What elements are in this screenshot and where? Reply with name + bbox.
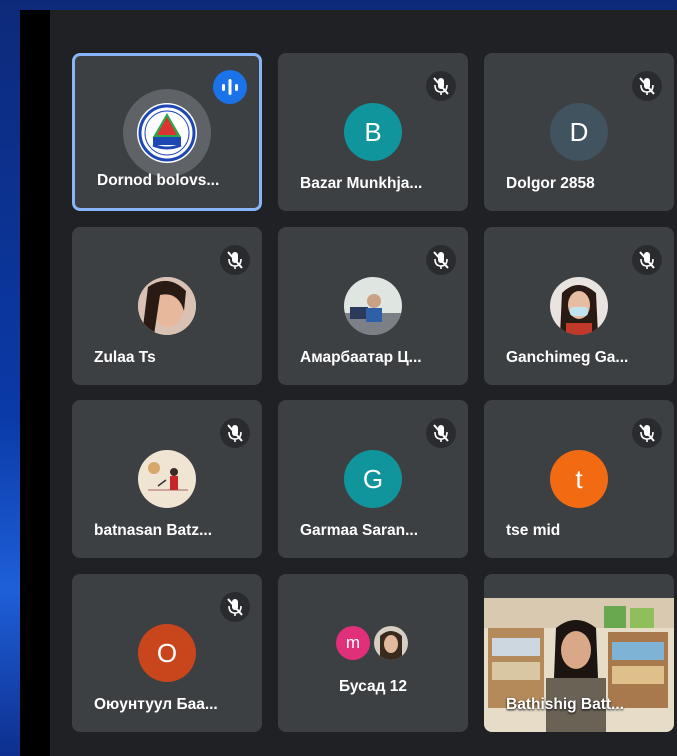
- mic-off-icon: [426, 418, 456, 448]
- participant-photo: [344, 277, 402, 335]
- participant-name: Ganchimeg Ga...: [506, 349, 629, 366]
- participant-tile-garmaa[interactable]: G Garmaa Saran...: [278, 400, 468, 558]
- participant-name: Garmaa Saran...: [300, 522, 419, 539]
- participant-avatar: t: [550, 450, 608, 508]
- participant-name: Zulaa Ts: [94, 349, 156, 366]
- mic-off-icon: [426, 71, 456, 101]
- participant-tile-ganchimeg[interactable]: Ganchimeg Ga...: [484, 227, 674, 385]
- mic-off-icon: [220, 245, 250, 275]
- speaking-indicator-icon: [213, 70, 247, 104]
- others-count-label: Бусад 12: [339, 678, 407, 695]
- others-avatar-photo: [374, 626, 408, 660]
- participant-tile-amarbaatar[interactable]: Амарбаатар Ц...: [278, 227, 468, 385]
- school-logo-avatar: [123, 89, 211, 177]
- participant-tile-oyuuntuul[interactable]: O Оюунтуул Баа...: [72, 574, 262, 732]
- mic-off-icon: [220, 418, 250, 448]
- participant-tile-bazar[interactable]: B Bazar Munkhja...: [278, 53, 468, 211]
- mic-off-icon: [632, 71, 662, 101]
- participant-tile-zulaa[interactable]: Zulaa Ts: [72, 227, 262, 385]
- participant-tile-dolgor[interactable]: D Dolgor 2858: [484, 53, 674, 211]
- participant-photo: [138, 450, 196, 508]
- others-avatar-m: m: [336, 626, 370, 660]
- participant-name: Dornod bolovs...: [97, 172, 220, 189]
- participant-tile-dornod[interactable]: Dornod bolovs...: [72, 53, 262, 211]
- participant-tile-bathishig[interactable]: Bathishig Batt...: [484, 574, 674, 732]
- mic-off-icon: [220, 592, 250, 622]
- participant-avatar: B: [344, 103, 402, 161]
- participant-avatar: D: [550, 103, 608, 161]
- participant-tile-batnasan[interactable]: batnasan Batz...: [72, 400, 262, 558]
- participant-name: batnasan Batz...: [94, 522, 212, 539]
- participant-name: Оюунтуул Баа...: [94, 696, 218, 713]
- participant-name: tse mid: [506, 522, 561, 539]
- mic-off-icon: [426, 245, 456, 275]
- participant-name: Амарбаатар Ц...: [300, 349, 422, 366]
- participant-name: Dolgor 2858: [506, 175, 595, 192]
- meeting-grid: Dornod bolovs... B Bazar Munkhja... D Do…: [50, 10, 677, 756]
- participant-name: Bathishig Batt...: [506, 696, 624, 713]
- participant-tile-tse-mid[interactable]: t tse mid: [484, 400, 674, 558]
- participant-photo: [550, 277, 608, 335]
- mic-off-icon: [632, 418, 662, 448]
- participant-avatar: G: [344, 450, 402, 508]
- mic-off-icon: [632, 245, 662, 275]
- left-black-strip: [20, 10, 50, 756]
- others-tile[interactable]: m Бусад 12: [278, 574, 468, 732]
- participant-name: Bazar Munkhja...: [300, 175, 423, 192]
- participant-avatar: O: [138, 624, 196, 682]
- participant-photo: [138, 277, 196, 335]
